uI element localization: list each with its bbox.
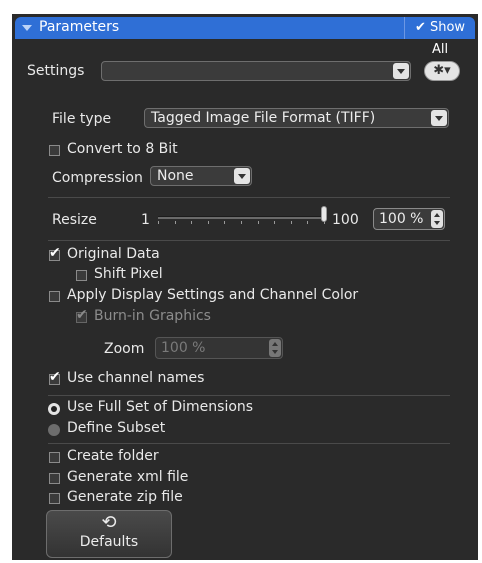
- separator: [48, 443, 450, 444]
- chevron-down-icon: [393, 63, 409, 79]
- use-channel-names-label: Use channel names: [67, 370, 205, 386]
- original-data-label: Original Data: [67, 246, 160, 262]
- compression-label: Compression: [52, 170, 143, 186]
- resize-spinbox[interactable]: 100 %: [373, 208, 445, 230]
- convert-8bit-checkbox[interactable]: [49, 145, 60, 156]
- define-subset-radio[interactable]: [48, 424, 60, 436]
- compression-dropdown[interactable]: None: [150, 166, 252, 186]
- file-type-dropdown[interactable]: Tagged Image File Format (TIFF): [144, 108, 449, 128]
- apply-display-checkbox[interactable]: [49, 291, 60, 302]
- slider-tick: [274, 221, 275, 224]
- slider-tick: [224, 221, 225, 224]
- create-folder-checkbox[interactable]: [49, 452, 60, 463]
- separator: [48, 197, 450, 198]
- settings-gear-button[interactable]: ✱▾: [424, 61, 460, 81]
- file-type-value: Tagged Image File Format (TIFF): [151, 110, 376, 126]
- resize-slider-track[interactable]: [158, 216, 324, 219]
- reset-icon: ⟲: [101, 512, 117, 533]
- zoom-spinbox[interactable]: 100 %: [155, 337, 283, 359]
- separator: [48, 395, 450, 396]
- panel-header[interactable]: Parameters ✔ Show All: [15, 17, 475, 57]
- resize-min: 1: [141, 212, 150, 228]
- resize-label: Resize: [52, 212, 97, 228]
- convert-8bit-label: Convert to 8 Bit: [67, 141, 178, 157]
- collapse-triangle-icon[interactable]: [22, 25, 32, 31]
- use-channel-names-checkbox[interactable]: [49, 369, 61, 385]
- settings-label: Settings: [27, 63, 85, 79]
- resize-max: 100: [332, 212, 359, 228]
- slider-tick: [258, 221, 259, 224]
- slider-tick: [158, 221, 159, 224]
- file-type-label: File type: [52, 111, 112, 127]
- apply-display-label: Apply Display Settings and Channel Color: [67, 287, 359, 303]
- full-dimensions-radio[interactable]: [48, 403, 60, 415]
- panel-title: Parameters: [39, 19, 120, 35]
- compression-value: None: [157, 168, 194, 184]
- chevron-down-icon: [234, 168, 250, 184]
- shift-pixel-label: Shift Pixel: [94, 266, 163, 282]
- shift-pixel-checkbox[interactable]: [76, 270, 87, 281]
- generate-zip-checkbox[interactable]: [49, 493, 60, 504]
- create-folder-label: Create folder: [67, 448, 159, 464]
- slider-tick: [241, 221, 242, 224]
- resize-slider-thumb[interactable]: [321, 206, 327, 222]
- spin-arrows-icon[interactable]: [269, 339, 281, 357]
- zoom-value: 100 %: [161, 340, 206, 356]
- slider-tick: [307, 221, 308, 224]
- burn-in-label: Burn-in Graphics: [94, 308, 211, 324]
- chevron-down-icon: [431, 110, 447, 126]
- define-subset-label: Define Subset: [67, 420, 166, 436]
- slider-tick: [291, 221, 292, 224]
- full-dimensions-label: Use Full Set of Dimensions: [67, 399, 254, 415]
- defaults-button-label: Defaults: [79, 534, 139, 550]
- burn-in-checkbox[interactable]: [76, 307, 88, 323]
- show-all-toggle[interactable]: ✔ Show All: [404, 17, 475, 57]
- defaults-button[interactable]: ⟲ Defaults: [46, 510, 172, 558]
- generate-zip-label: Generate zip file: [67, 489, 183, 505]
- gear-icon: ✱▾: [433, 63, 451, 78]
- spin-arrows-icon[interactable]: [431, 210, 443, 228]
- slider-tick: [208, 221, 209, 224]
- resize-value: 100 %: [379, 211, 424, 227]
- original-data-checkbox[interactable]: [49, 245, 61, 261]
- parameters-panel: Parameters ✔ Show All Settings ✱▾ File t…: [12, 14, 478, 560]
- slider-tick: [175, 221, 176, 224]
- settings-dropdown[interactable]: [101, 61, 411, 81]
- separator: [48, 240, 450, 241]
- zoom-label: Zoom: [104, 341, 145, 357]
- generate-xml-label: Generate xml file: [67, 469, 189, 485]
- slider-tick: [191, 221, 192, 224]
- generate-xml-checkbox[interactable]: [49, 473, 60, 484]
